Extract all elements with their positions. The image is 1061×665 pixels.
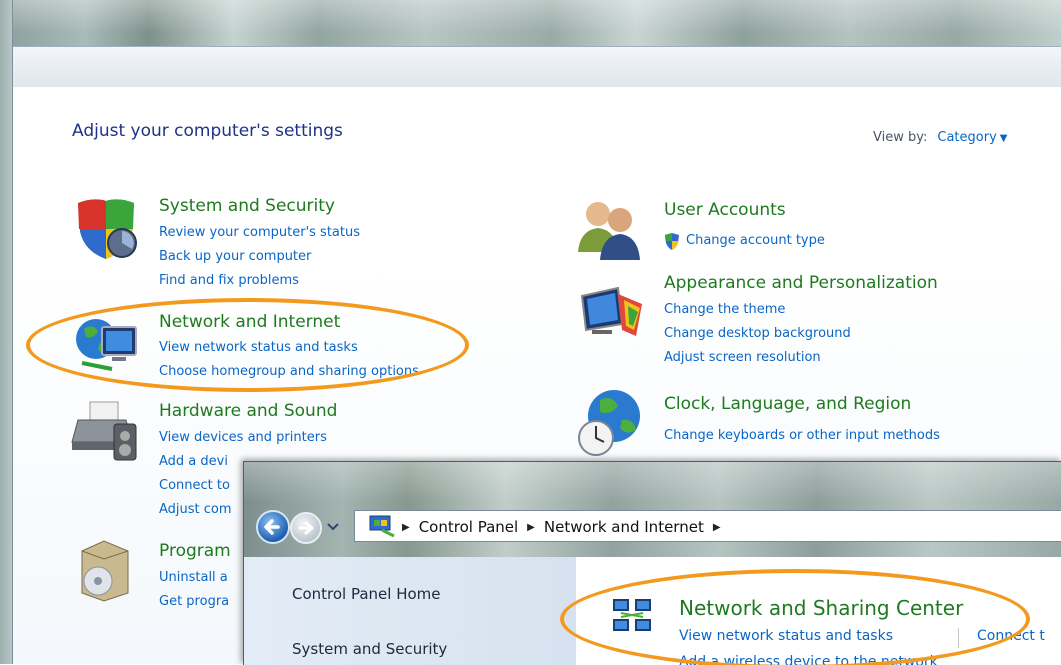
monitor-paint-icon[interactable] <box>578 284 644 344</box>
forward-button[interactable] <box>290 512 322 544</box>
link-change-keyboards[interactable]: Change keyboards or other input methods <box>664 428 940 443</box>
link-screen-resolution[interactable]: Adjust screen resolution <box>664 350 821 365</box>
users-icon[interactable] <box>576 196 642 262</box>
category-title-appearance[interactable]: Appearance and Personalization <box>664 273 938 293</box>
nav-system-security[interactable]: System and Security <box>292 640 447 658</box>
breadcrumb-separator-icon[interactable]: ▶ <box>713 522 721 533</box>
arrow-left-icon <box>264 519 280 535</box>
control-panel-icon <box>369 515 395 538</box>
link-change-theme[interactable]: Change the theme <box>664 302 785 317</box>
nav-control-panel-home[interactable]: Control Panel Home <box>292 585 441 603</box>
window-title-bar <box>0 0 1061 46</box>
view-by-dropdown[interactable]: Category <box>937 130 996 145</box>
link-review-status[interactable]: Review your computer's status <box>159 225 360 240</box>
category-title-clock-region[interactable]: Clock, Language, and Region <box>664 394 911 414</box>
link-connect-to[interactable]: Connect to <box>159 478 230 493</box>
shield-icon[interactable] <box>72 195 140 263</box>
category-title-system-security[interactable]: System and Security <box>159 196 335 216</box>
breadcrumb: ▶ Control Panel ▶ Network and Internet ▶ <box>402 518 730 536</box>
window-frame-left <box>0 0 13 664</box>
link-get-programs[interactable]: Get progra <box>159 594 229 609</box>
breadcrumb-separator-icon[interactable]: ▶ <box>527 522 535 533</box>
highlight-ellipse-network-sharing <box>560 569 1030 665</box>
breadcrumb-network-internet[interactable]: Network and Internet <box>544 518 704 536</box>
network-internet-window: ▶ Control Panel ▶ Network and Internet ▶ Con… <box>243 461 1061 665</box>
arrow-right-icon <box>298 521 314 535</box>
category-title-programs[interactable]: Program <box>159 541 231 561</box>
link-desktop-background[interactable]: Change desktop background <box>664 326 851 341</box>
link-view-devices[interactable]: View devices and printers <box>159 430 327 445</box>
breadcrumb-control-panel[interactable]: Control Panel <box>419 518 518 536</box>
link-find-fix[interactable]: Find and fix problems <box>159 273 299 288</box>
category-title-hardware-sound[interactable]: Hardware and Sound <box>159 401 337 421</box>
link-change-account-type[interactable]: Change account type <box>686 233 825 248</box>
recent-pages-chevron-icon[interactable] <box>327 523 339 531</box>
address-bar[interactable] <box>12 46 1061 88</box>
category-title-user-accounts[interactable]: User Accounts <box>664 200 786 220</box>
link-add-device[interactable]: Add a devi <box>159 454 228 469</box>
view-by-label: View by: <box>873 130 928 145</box>
breadcrumb-separator-icon[interactable]: ▶ <box>402 522 410 533</box>
printer-icon[interactable] <box>70 398 138 462</box>
back-button[interactable] <box>256 510 290 544</box>
programs-icon[interactable] <box>74 537 134 603</box>
chevron-down-icon[interactable]: ▼ <box>1000 133 1008 144</box>
link-adjust-com[interactable]: Adjust com <box>159 502 232 517</box>
link-back-up[interactable]: Back up your computer <box>159 249 311 264</box>
link-uninstall[interactable]: Uninstall a <box>159 570 228 585</box>
view-by-control[interactable]: View by: Category ▼ <box>873 130 1007 145</box>
page-title: Adjust your computer's settings <box>72 121 343 141</box>
uac-shield-icon <box>665 233 679 250</box>
globe-clock-icon[interactable] <box>576 388 644 458</box>
highlight-ellipse-network <box>26 298 469 392</box>
